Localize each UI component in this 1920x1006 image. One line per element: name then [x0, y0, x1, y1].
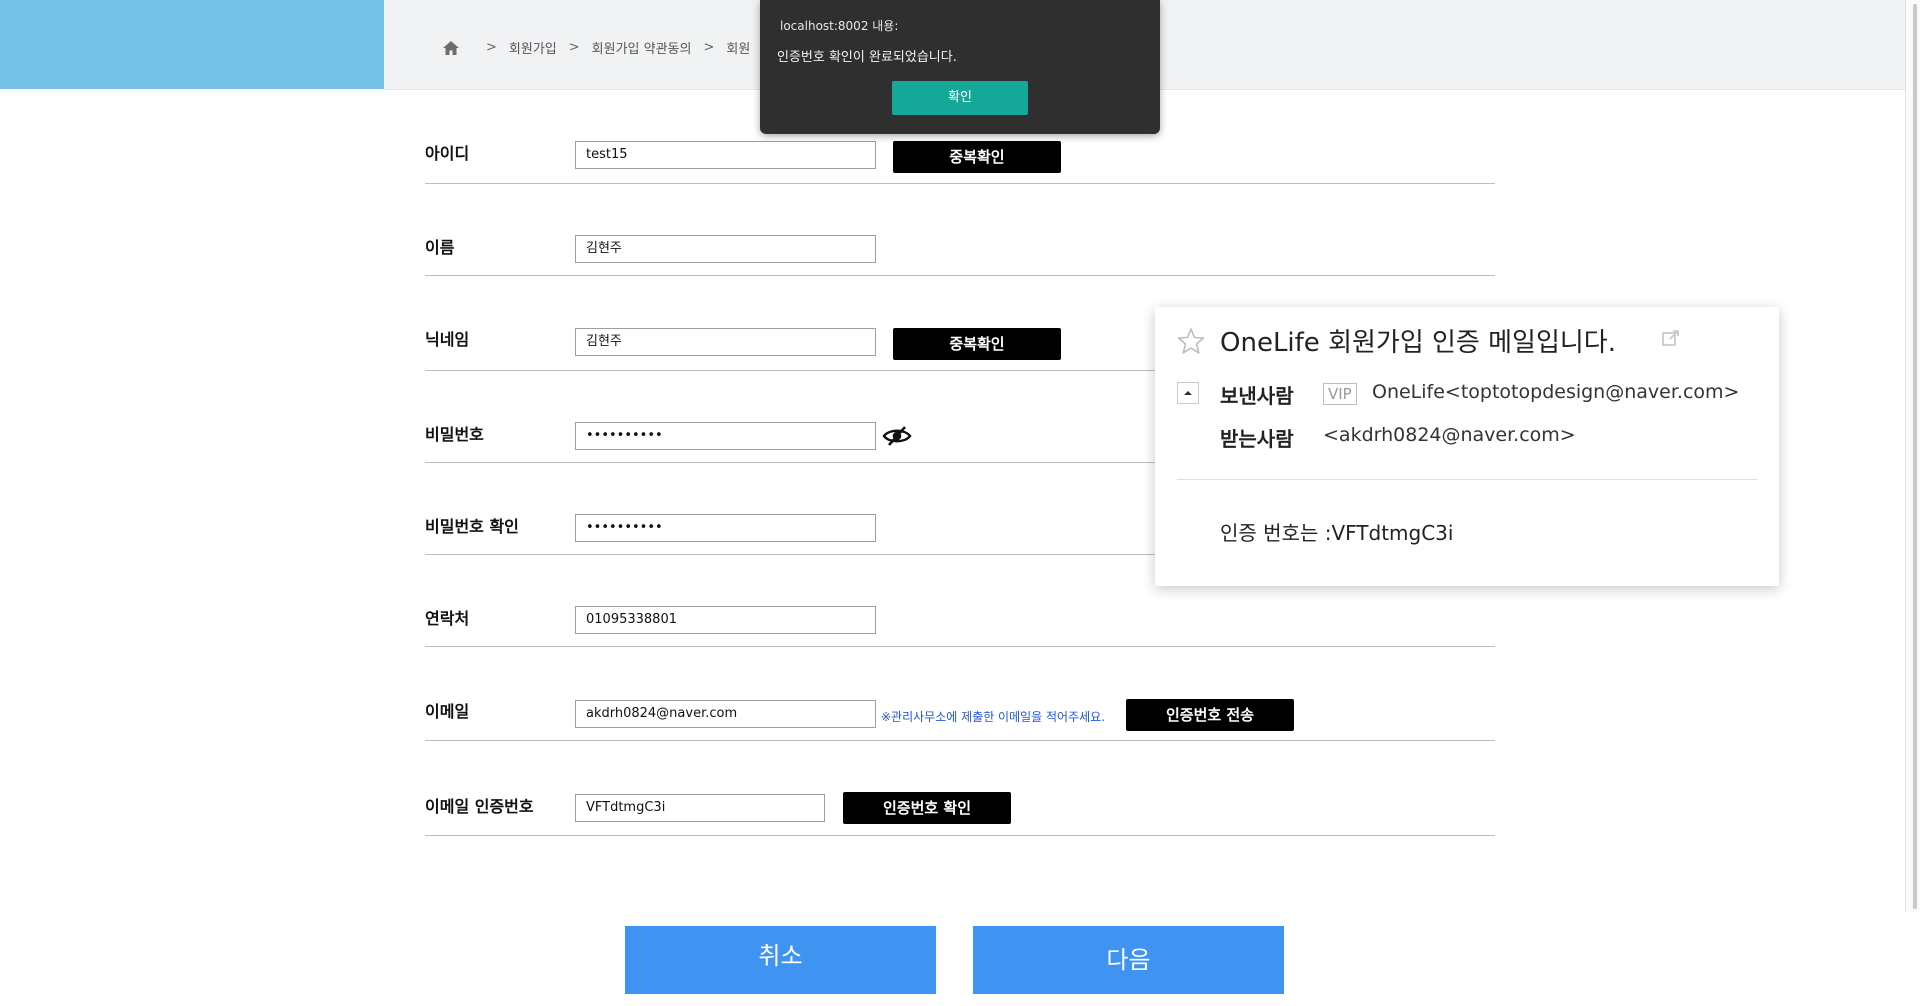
cancel-button[interactable]: 취소 [625, 926, 936, 994]
home-icon[interactable] [442, 39, 460, 57]
email-label: 이메일 [425, 702, 470, 721]
form-row-email-code: 이메일 인증번호 VFTdtmgC3i 인증번호 확인 [425, 776, 1495, 836]
breadcrumb-item-current[interactable]: 회원 [726, 38, 750, 57]
alert-ok-button[interactable]: 확인 [892, 81, 1028, 115]
email-hint: ※관리사무소에 제출한 이메일을 적어주세요. [881, 710, 1106, 724]
nickname-duplicate-check-button[interactable]: 중복확인 [893, 328, 1061, 360]
recipient-label: 받는사람 [1220, 427, 1294, 451]
external-link-icon[interactable] [1661, 328, 1681, 348]
nickname-input[interactable]: 김현주 [575, 328, 876, 356]
breadcrumb-item-terms[interactable]: 회원가입 약관동의 [592, 38, 692, 57]
id-label: 아이디 [425, 144, 470, 163]
alert-message: 인증번호 확인이 완료되었습니다. [777, 50, 957, 65]
password-confirm-input[interactable]: •••••••••• [575, 514, 876, 542]
send-verification-code-button[interactable]: 인증번호 전송 [1126, 699, 1294, 731]
email-preview-card: OneLife 회원가입 인증 메일입니다. 보낸사람 VIP OneLife<… [1155, 307, 1779, 586]
email-body: 인증 번호는 :VFTdtmgC3i [1220, 521, 1454, 545]
header-brand-area [0, 0, 384, 89]
sender-label: 보낸사람 [1220, 384, 1294, 408]
email-code-input[interactable]: VFTdtmgC3i [575, 794, 825, 822]
collapse-header-button[interactable] [1177, 382, 1199, 404]
breadcrumb-separator: > [703, 40, 715, 55]
breadcrumb-separator: > [568, 40, 580, 55]
email-code-label: 이메일 인증번호 [425, 797, 534, 816]
phone-input[interactable]: 01095338801 [575, 606, 876, 634]
password-input[interactable]: •••••••••• [575, 422, 876, 450]
breadcrumb: > 회원가입 > 회원가입 약관동의 > 회원 [442, 38, 750, 57]
id-input[interactable]: test15 [575, 141, 876, 169]
sender-address[interactable]: OneLife<toptotopdesign@naver.com> [1372, 381, 1739, 403]
breadcrumb-separator: > [486, 40, 497, 55]
form-row-phone: 연락처 01095338801 [425, 588, 1495, 647]
name-label: 이름 [425, 238, 455, 257]
form-row-email: 이메일 akdrh0824@naver.com ※관리사무소에 제출한 이메일을… [425, 681, 1495, 741]
recipient-address[interactable]: <akdrh0824@naver.com> [1323, 424, 1576, 446]
breadcrumb-item-signup[interactable]: 회원가입 [509, 38, 557, 57]
page-scrollbar[interactable] [1905, 0, 1920, 912]
phone-label: 연락처 [425, 609, 470, 628]
id-duplicate-check-button[interactable]: 중복확인 [893, 141, 1061, 173]
scrollbar-thumb[interactable] [1913, 4, 1917, 909]
caret-up-icon [1184, 391, 1192, 395]
star-icon[interactable] [1177, 327, 1205, 355]
password-label: 비밀번호 [425, 425, 484, 444]
nickname-label: 닉네임 [425, 330, 470, 349]
name-input[interactable]: 김현주 [575, 235, 876, 263]
alert-dialog: localhost:8002 내용: 인증번호 확인이 완료되었습니다. 확인 [760, 0, 1160, 134]
password-confirm-label: 비밀번호 확인 [425, 517, 519, 536]
vip-badge: VIP [1323, 383, 1357, 405]
alert-origin: localhost:8002 내용: [780, 19, 899, 33]
verify-code-button[interactable]: 인증번호 확인 [843, 792, 1011, 824]
email-subject: OneLife 회원가입 인증 메일입니다. [1220, 328, 1616, 358]
email-input[interactable]: akdrh0824@naver.com [575, 700, 876, 728]
form-row-name: 이름 김현주 [425, 216, 1495, 276]
eye-slash-icon[interactable] [882, 425, 912, 447]
email-divider [1177, 479, 1757, 480]
next-button[interactable]: 다음 [973, 926, 1284, 994]
